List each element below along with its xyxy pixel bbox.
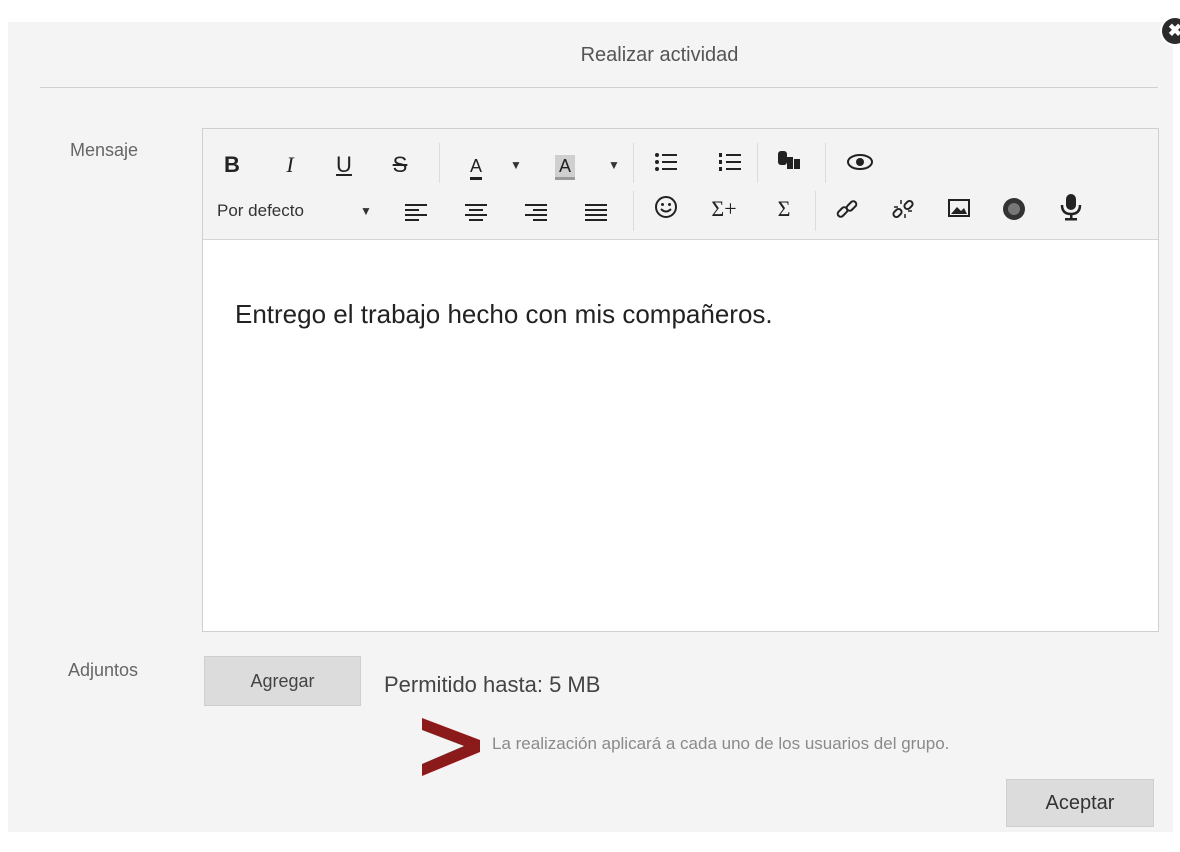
emoji-icon (655, 196, 677, 218)
image-icon (948, 199, 970, 217)
bulleted-list-button[interactable] (651, 151, 681, 180)
toolbar-separator (439, 143, 440, 183)
formula-plus-button[interactable]: Σ+ (707, 195, 741, 223)
underline-icon: U (336, 152, 352, 177)
group-notice: La realización aplicará a cada uno de lo… (492, 734, 950, 753)
attachments-label: Adjuntos (68, 660, 139, 680)
microphone-icon (1060, 194, 1082, 221)
highlight-color-icon: A (554, 155, 575, 180)
font-color-icon: A (469, 155, 482, 180)
bulleted-list-icon (655, 153, 677, 171)
image-button[interactable] (945, 197, 973, 225)
microphone-button[interactable] (1057, 193, 1085, 228)
toolbar-separator (815, 191, 816, 231)
close-icon: ✖ (1167, 21, 1180, 40)
font-select[interactable]: Por defecto (217, 197, 347, 225)
accept-button[interactable]: Aceptar (1006, 779, 1154, 827)
formula-icon: Σ (777, 196, 791, 221)
dialog: Realizar actividad Mensaje B I U S A ▼ A… (8, 22, 1173, 832)
preview-icon (847, 154, 873, 170)
toolbar-separator (825, 143, 826, 183)
embed-3d-icon (1003, 198, 1025, 220)
link-icon (836, 200, 858, 218)
toolbar-separator (633, 191, 634, 231)
highlight-color-button[interactable]: A (549, 151, 581, 180)
align-left-button[interactable] (405, 201, 427, 224)
unlink-button[interactable] (889, 197, 917, 228)
justify-icon (585, 204, 607, 221)
paste-format-icon (778, 151, 800, 169)
embed-3d-button[interactable] (999, 197, 1029, 228)
highlight-color-dropdown[interactable]: ▼ (607, 151, 621, 179)
italic-icon: I (286, 152, 294, 177)
align-right-icon (525, 204, 547, 221)
strikethrough-button[interactable]: S (387, 151, 413, 179)
toolbar-separator (757, 143, 758, 183)
attachment-size-limit: Permitido hasta: 5 MB (384, 672, 601, 697)
toolbar-separator (633, 143, 634, 183)
add-attachment-button[interactable]: Agregar (204, 656, 361, 706)
bold-icon: B (224, 152, 240, 177)
align-right-button[interactable] (525, 201, 547, 224)
numbered-list-icon (719, 153, 741, 171)
editor-toolbar: B I U S A ▼ A ▼ Por defecto ▼ Σ+ Σ (203, 129, 1158, 240)
rich-text-editor: B I U S A ▼ A ▼ Por defecto ▼ Σ+ Σ Entre… (202, 128, 1159, 632)
italic-button[interactable]: I (277, 151, 303, 179)
arrow-indicator-icon (422, 718, 480, 776)
align-center-button[interactable] (465, 201, 487, 224)
justify-button[interactable] (585, 201, 607, 224)
underline-button[interactable]: U (331, 151, 357, 179)
dialog-title: Realizar actividad (580, 44, 739, 66)
align-center-icon (465, 204, 487, 221)
formula-button[interactable]: Σ (771, 195, 797, 223)
editor-content[interactable]: Entrego el trabajo hecho con mis compañe… (235, 299, 773, 330)
message-label: Mensaje (70, 140, 139, 160)
paste-format-button[interactable] (773, 149, 805, 180)
numbered-list-button[interactable] (715, 151, 745, 180)
title-divider (40, 87, 1158, 88)
formula-plus-icon: Σ+ (711, 196, 737, 221)
font-select-value: Por defecto (217, 201, 304, 220)
font-color-button[interactable]: A (461, 151, 491, 180)
bold-button[interactable]: B (219, 151, 245, 179)
emoji-button[interactable] (651, 195, 681, 226)
preview-button[interactable] (843, 151, 877, 179)
align-left-icon (405, 204, 427, 221)
strikethrough-icon: S (392, 152, 408, 177)
font-select-dropdown-icon[interactable]: ▼ (359, 197, 373, 225)
font-color-dropdown[interactable]: ▼ (509, 151, 523, 179)
unlink-icon (892, 199, 914, 219)
link-button[interactable] (833, 197, 861, 228)
